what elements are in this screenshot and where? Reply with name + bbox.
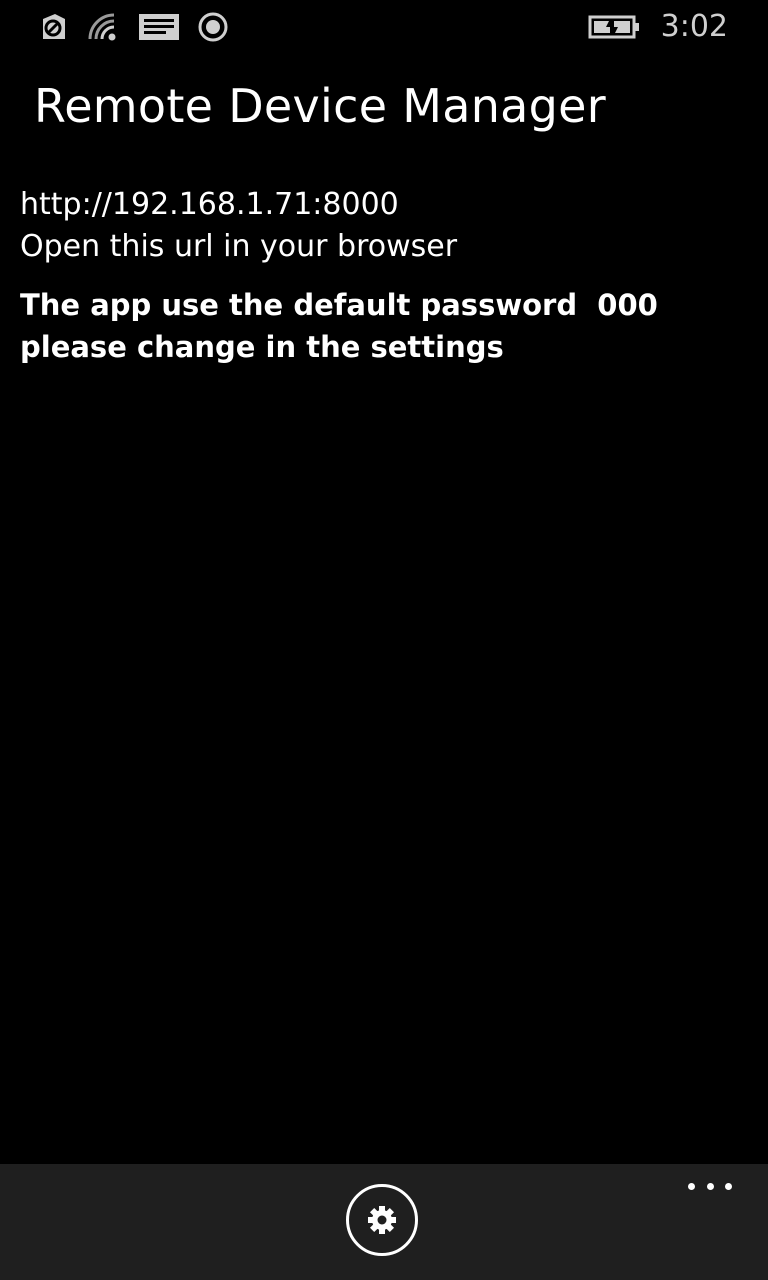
settings-icon — [365, 1203, 399, 1237]
settings-button[interactable] — [346, 1184, 418, 1256]
more-dot — [706, 1182, 714, 1190]
server-url: http://192.168.1.71:8000 — [20, 187, 399, 222]
more-dot — [688, 1182, 695, 1190]
more-options-button[interactable] — [688, 1178, 732, 1194]
phone-screen: 3:02 Remote Device Manager http://192.16… — [0, 0, 768, 1280]
status-bar: 3:02 — [0, 0, 768, 56]
data-sense-icon — [36, 10, 70, 44]
url-hint-text: Open this url in your browser — [20, 229, 458, 264]
wifi-icon — [86, 10, 120, 44]
clock-time: 3:02 — [660, 9, 728, 44]
app-title: Remote Device Manager — [34, 79, 606, 133]
main-content: http://192.168.1.71:8000 Open this url i… — [20, 184, 740, 368]
app-bar — [0, 1164, 768, 1280]
more-dot — [725, 1182, 732, 1190]
message-icon — [138, 10, 180, 44]
location-icon — [196, 10, 230, 44]
battery-charging-icon — [588, 10, 642, 44]
password-warning: The app use the default password 000 ple… — [20, 288, 679, 364]
